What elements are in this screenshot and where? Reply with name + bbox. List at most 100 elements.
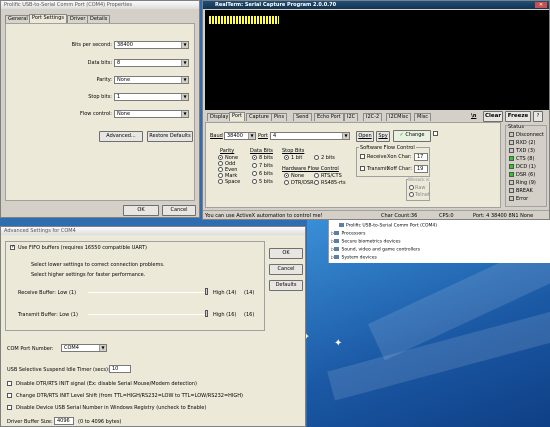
tab-pins[interactable]: Pins [271, 113, 288, 121]
port-tab-panel: Baud 38400 ▼ Port 4 ▼ Open Spy ✓ Change Pa… [205, 122, 501, 208]
defaults-button[interactable]: Defaults [269, 280, 303, 291]
winsock-raw-radio[interactable] [409, 185, 414, 190]
parity-space-label: Space [225, 179, 241, 185]
baud-select[interactable]: 38400 ▼ [224, 132, 256, 140]
tree-item-label: Prolific USB-to-Serial Comm Port (COM4) [346, 223, 438, 229]
com-port-select[interactable]: COM4 ▼ [61, 344, 107, 352]
parity-even-radio[interactable] [218, 167, 223, 172]
transmit-buffer-thumb[interactable] [205, 310, 208, 317]
winsock-raw-label: Raw [415, 185, 426, 191]
parity-mark-radio[interactable] [218, 173, 223, 178]
hint-lower: Select lower settings to correct connect… [31, 262, 165, 268]
tab-capture[interactable]: Capture [246, 113, 272, 121]
chevron-down-icon: ▼ [181, 111, 188, 117]
stopbits-1-radio[interactable] [284, 155, 289, 160]
change-checkbox[interactable] [433, 131, 438, 136]
receive-buffer-thumb[interactable] [205, 288, 208, 295]
open-button[interactable]: Open [356, 131, 374, 142]
xon-input[interactable]: 17 [414, 153, 428, 161]
stopbits-2-label: 2 bits [321, 155, 335, 161]
tab-general[interactable]: General [5, 15, 31, 23]
tab-echo-port[interactable]: Echo Port [314, 113, 344, 121]
check-icon: ✓ [11, 244, 16, 250]
driver-buffer-input[interactable]: 4096 [54, 417, 74, 425]
databits-5-radio[interactable] [252, 179, 257, 184]
tree-item-prolific[interactable]: Prolific USB-to-Serial Comm Port (COM4) [339, 223, 437, 229]
tree-item-label: Processors [341, 231, 366, 237]
hwflow-rs485-radio[interactable] [314, 180, 319, 185]
hwflow-rs485-label: RS485-rts [321, 180, 346, 186]
close-icon[interactable]: ✕ [535, 2, 547, 8]
advanced-ok-button[interactable]: OK [269, 248, 303, 259]
properties-cancel-button[interactable]: Cancel [162, 205, 196, 216]
sparkle-icon: ✦ [334, 338, 343, 349]
transmit-buffer-slider[interactable] [88, 314, 208, 315]
help-button[interactable]: ? [533, 111, 543, 122]
parity-select[interactable]: None ▼ [114, 76, 189, 84]
parity-space-radio[interactable] [218, 179, 223, 184]
newline-button[interactable]: \n [471, 113, 476, 119]
restore-defaults-button[interactable]: Restore Defaults [147, 131, 193, 142]
tab-driver[interactable]: Driver [67, 15, 89, 23]
winsock-telnet-radio[interactable] [409, 192, 414, 197]
stopbits-label: Stop bits: [88, 94, 112, 100]
disable-dtr-checkbox[interactable] [7, 381, 12, 386]
parity-odd-radio[interactable] [218, 161, 223, 166]
stopbits-select[interactable]: 1 ▼ [114, 93, 189, 101]
tree-item-processors[interactable]: ▷ Processors [331, 231, 366, 237]
tree-item-sound[interactable]: ▷ Sound, video and game controllers [331, 247, 420, 253]
suspend-timer-input[interactable]: 10 [109, 365, 131, 373]
tree-item-system[interactable]: ▷ System devices [331, 255, 377, 261]
tab-send[interactable]: Send [293, 113, 312, 121]
com-port-label: COM Port Number: [7, 346, 54, 352]
chevron-down-icon: ▼ [248, 133, 255, 139]
terminal-display[interactable] [205, 10, 549, 110]
tab-misc[interactable]: Misc [414, 113, 432, 121]
freeze-button[interactable]: Freeze [505, 111, 531, 122]
tab-i2cmisc[interactable]: I2CMisc [386, 113, 412, 121]
receive-buffer-slider[interactable] [88, 292, 208, 293]
stopbits-2-radio[interactable] [314, 155, 319, 160]
fifo-checkbox[interactable]: ✓ [10, 244, 16, 250]
clear-button[interactable]: Clear [483, 111, 503, 122]
xoff-input[interactable]: 19 [414, 165, 428, 173]
tab-port[interactable]: Port [229, 112, 245, 121]
port-select[interactable]: 4 ▼ [270, 132, 350, 140]
databits-6-radio[interactable] [252, 171, 257, 176]
disable-serial-label: Disable Device USB Serial Number in Wind… [16, 405, 207, 411]
databits-select[interactable]: 8 ▼ [114, 59, 189, 67]
databits-8-radio[interactable] [252, 155, 257, 160]
port-label: Port [258, 133, 268, 139]
dcd-led [509, 164, 514, 169]
chevron-down-icon: ▼ [99, 345, 106, 351]
receive-checkbox[interactable] [360, 154, 365, 159]
transmit-label: Transmit [367, 166, 389, 172]
receive-label: Receive [367, 154, 387, 160]
properties-ok-button[interactable]: OK [123, 205, 159, 216]
suspend-timer-label: USB Selective Suspend Idle Timer (secs): [7, 367, 110, 373]
hwflow-none-radio[interactable] [284, 173, 289, 178]
tab-i2c-2[interactable]: I2C-2 [363, 113, 383, 121]
hwflow-dtrdsr-radio[interactable] [284, 180, 289, 185]
tree-item-biometrics[interactable]: ▷ Secure biometrics devices [331, 239, 401, 245]
change-button[interactable]: ✓ Change [393, 130, 431, 142]
status-title: Status [508, 124, 524, 130]
tab-i2c[interactable]: I2C [344, 113, 359, 121]
parity-none-radio[interactable] [218, 155, 223, 160]
bps-select[interactable]: 38400 ▼ [114, 41, 189, 49]
transmit-checkbox[interactable] [360, 166, 365, 171]
disable-serial-checkbox[interactable] [7, 405, 12, 410]
hwflow-rtscts-radio[interactable] [314, 173, 319, 178]
databits-5-label: 5 bits [259, 179, 273, 185]
flow-select[interactable]: None ▼ [114, 110, 189, 118]
receive-buffer-label: Receive Buffer: Low (1) [18, 290, 77, 296]
tab-port-settings[interactable]: Port Settings [29, 14, 68, 23]
advanced-cancel-button[interactable]: Cancel [269, 264, 303, 275]
tab-details[interactable]: Details [87, 15, 111, 23]
tab-display[interactable]: Display [207, 113, 232, 121]
advanced-button[interactable]: Advanced... [99, 131, 143, 142]
databits-7-radio[interactable] [252, 163, 257, 168]
disconnect-led[interactable] [509, 132, 514, 137]
spy-button[interactable]: Spy [376, 131, 390, 142]
change-dtr-checkbox[interactable] [7, 393, 12, 398]
